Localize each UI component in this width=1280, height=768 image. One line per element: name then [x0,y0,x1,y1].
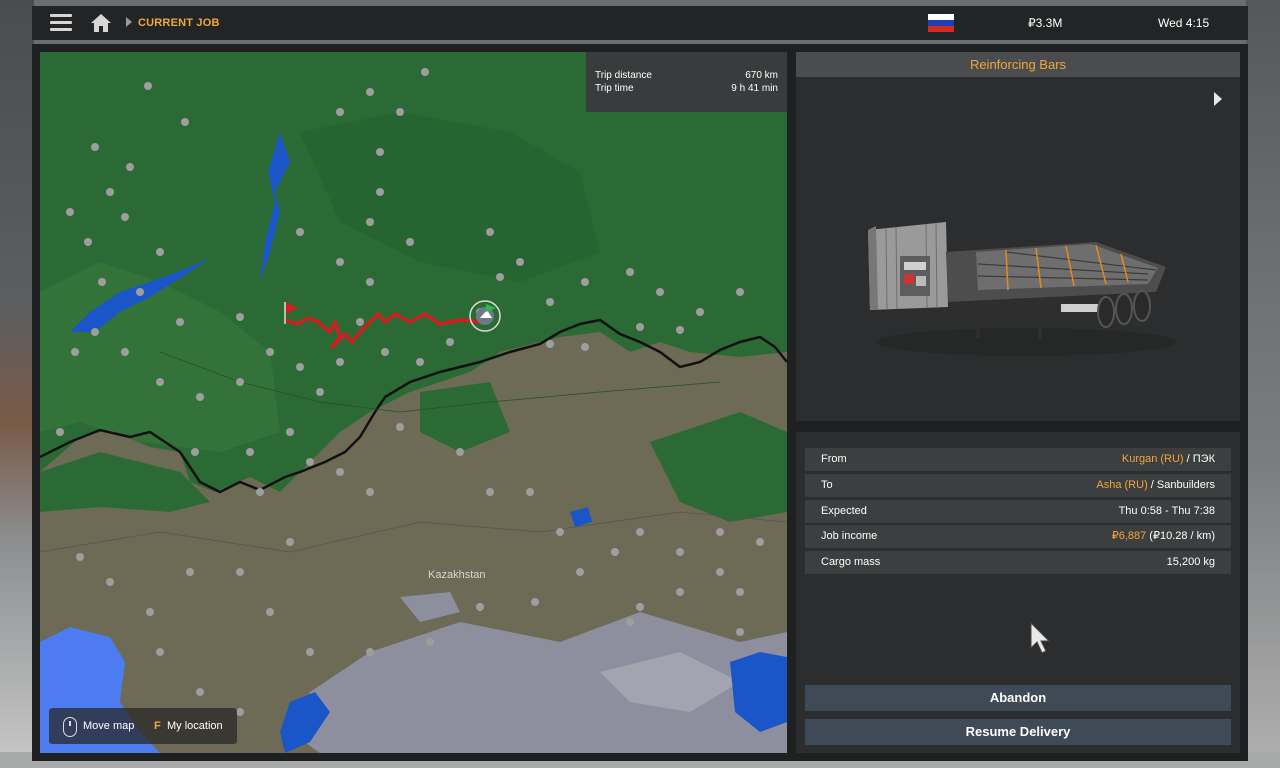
mass-value: 15,200 kg [1166,556,1215,568]
income-rate: (₽10.28 / km) [1146,530,1215,542]
breadcrumb-arrow-icon [126,17,132,27]
mouse-cursor-icon [1030,622,1050,654]
top-bar: CURRENT JOB ₽3.3M Wed 4:15 [32,6,1248,40]
background-right [1246,0,1280,768]
trip-distance-label: Trip distance [595,70,652,81]
from-value: Kurgan (RU) / ПЭК [1122,448,1215,471]
from-company: / ПЭК [1183,453,1215,465]
trip-distance-row: Trip distance 670 km [595,70,778,81]
mass-row: Cargo mass 15,200 kg [805,551,1231,574]
my-location-button[interactable]: My location [167,720,223,732]
money-balance: ₽3.3M [1028,16,1063,30]
job-details-panel: From Kurgan (RU) / ПЭК To Asha (RU) / Sa… [796,432,1240,753]
expected-row: Expected Thu 0:58 - Thu 7:38 [805,500,1231,523]
trip-time-row: Trip time 9 h 41 min [595,83,778,94]
income-amount: ₽6,887 [1111,530,1147,542]
mass-label: Cargo mass [821,556,881,568]
resume-delivery-button[interactable]: Resume Delivery [805,719,1231,745]
map-graphic [40,68,787,753]
to-value: Asha (RU) / Sanbuilders [1096,474,1215,497]
home-icon[interactable] [90,13,112,33]
background-left [0,0,34,768]
trip-time-value: 9 h 41 min [731,83,778,94]
country-flag-icon [928,14,954,32]
expected-value: Thu 0:58 - Thu 7:38 [1118,505,1215,517]
trip-info-box: Trip distance 670 km Trip time 9 h 41 mi… [586,52,787,112]
location-key: F [154,720,161,732]
trip-time-label: Trip time [595,83,634,94]
cargo-title: Reinforcing Bars [796,52,1240,77]
to-company: / Sanbuilders [1147,479,1215,491]
route-map[interactable]: Trip distance 670 km Trip time 9 h 41 mi… [40,52,787,753]
move-map-hint: Move map [83,720,135,732]
map-region-label: Kazakhstan [428,569,486,581]
from-city: Kurgan (RU) [1121,453,1184,465]
mouse-icon [63,717,77,737]
trip-distance-value: 670 km [745,70,778,81]
to-row: To Asha (RU) / Sanbuilders [805,474,1231,497]
to-label: To [821,479,833,491]
trailer-image [868,222,1176,356]
abandon-button[interactable]: Abandon [805,685,1231,711]
cargo-panel: Reinforcing Bars [796,52,1240,421]
income-row: Job income ₽6,887 (₽10.28 / km) [805,525,1231,548]
expected-label: Expected [821,505,867,517]
next-trailer-arrow-icon[interactable] [1214,92,1222,106]
game-clock: Wed 4:15 [1158,16,1210,30]
income-value: ₽6,887 (₽10.28 / km) [1112,525,1215,548]
breadcrumb-current-job: CURRENT JOB [138,17,220,29]
from-label: From [821,453,847,465]
income-label: Job income [821,530,878,542]
to-city: Asha (RU) [1096,479,1148,491]
from-row: From Kurgan (RU) / ПЭК [805,448,1231,471]
map-controls-hint: Move map F My location [49,708,237,744]
menu-icon[interactable] [50,14,72,32]
